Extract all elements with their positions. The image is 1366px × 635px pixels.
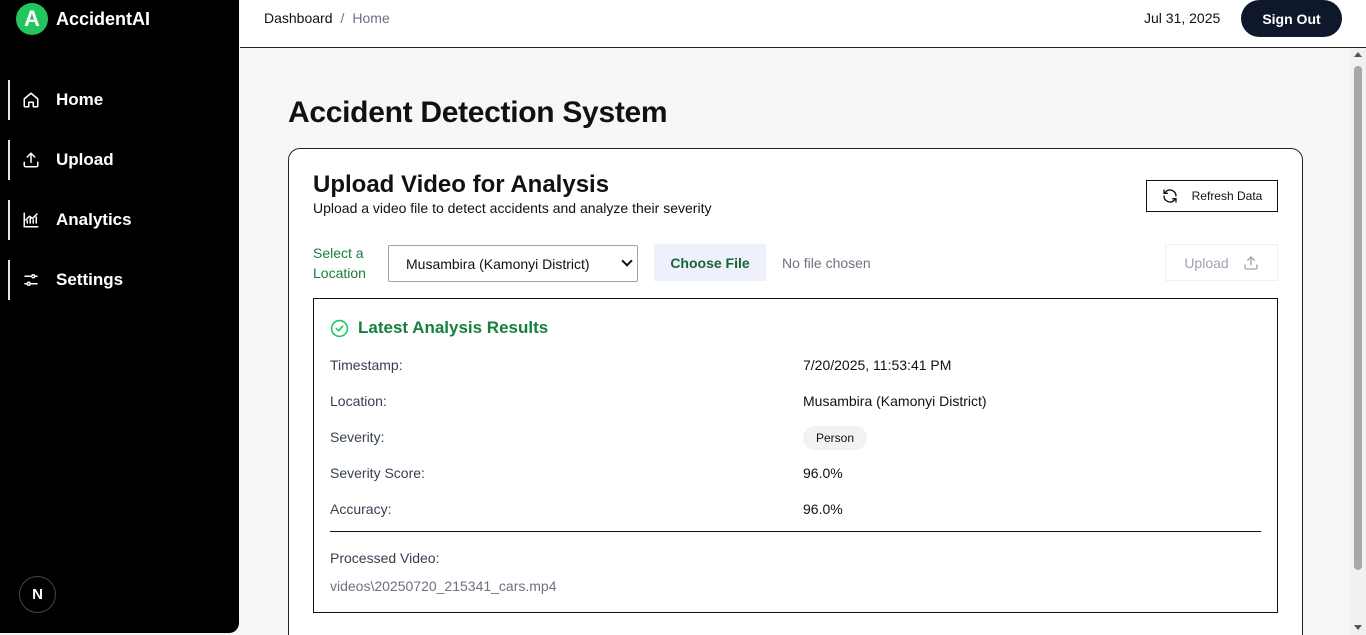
location-result-label: Location: [330, 393, 387, 409]
settings-icon [24, 274, 38, 286]
card-subtitle: Upload a video file to detect accidents … [313, 200, 712, 216]
severity-score-value: 96.0% [803, 465, 843, 481]
scroll-down-arrow-icon[interactable] [1354, 625, 1362, 630]
brand[interactable]: A AccidentAI [16, 3, 150, 35]
breadcrumb-current: Home [352, 10, 390, 26]
current-date: Jul 31, 2025 [1144, 10, 1221, 26]
check-circle-icon [330, 319, 349, 337]
results-title: Latest Analysis Results [358, 318, 549, 337]
upload-button-label: Upload [1184, 254, 1229, 271]
scroll-up-arrow-icon[interactable] [1354, 52, 1362, 57]
upload-icon [23, 152, 39, 168]
upload-card: Upload Video for Analysis Upload a video… [288, 148, 1303, 635]
location-select-value: Musambira (Kamonyi District) [406, 255, 590, 272]
scrollbar[interactable] [1350, 48, 1366, 635]
sidebar-item-label: Analytics [56, 210, 132, 229]
sidebar-item-label: Home [56, 90, 104, 109]
choose-file-button[interactable]: Choose File [654, 244, 766, 281]
location-label: Select a Location [313, 245, 366, 281]
accuracy-value: 96.0% [803, 501, 843, 517]
top-header: Dashboard / Home Jul 31, 2025 Sign Out [240, 0, 1366, 48]
breadcrumb-dashboard[interactable]: Dashboard [264, 10, 333, 26]
location-select[interactable]: Musambira (Kamonyi District) [388, 245, 638, 282]
processed-video-path[interactable]: videos\20250720_215341_cars.mp4 [330, 578, 557, 594]
sidebar-item-label: Settings [56, 270, 124, 289]
sign-out-button[interactable]: Sign Out [1241, 0, 1342, 37]
severity-label: Severity: [330, 429, 385, 445]
processed-video-label: Processed Video: [330, 550, 440, 566]
breadcrumb-separator: / [340, 10, 345, 26]
sidebar-item-upload[interactable]: Upload [8, 140, 228, 180]
sidebar-item-label: Upload [56, 150, 114, 169]
scroll-thumb[interactable] [1354, 66, 1362, 570]
analytics-icon [23, 212, 39, 228]
location-result-value: Musambira (Kamonyi District) [803, 393, 987, 409]
sidebar-item-analytics[interactable]: Analytics [8, 200, 228, 240]
page-title: Accident Detection System [288, 96, 668, 129]
severity-score-label: Severity Score: [330, 465, 425, 481]
refresh-data-button[interactable]: Refresh Data [1146, 180, 1278, 212]
home-icon [23, 92, 39, 108]
app-name: AccidentAI [56, 8, 151, 29]
chevron-down-icon [621, 255, 633, 267]
app-logo: A [16, 3, 48, 35]
sidebar-item-home[interactable]: Home [8, 80, 228, 120]
upload-button[interactable]: Upload [1165, 244, 1278, 281]
breadcrumb: Dashboard / Home [264, 10, 390, 26]
divider [330, 531, 1261, 532]
refresh-icon [1162, 189, 1177, 203]
timestamp-label: Timestamp: [330, 357, 403, 373]
analysis-results-panel: Latest Analysis Results Timestamp: 7/20/… [313, 298, 1278, 613]
accuracy-label: Accuracy: [330, 501, 392, 517]
avatar[interactable]: N [19, 576, 56, 613]
timestamp-value: 7/20/2025, 11:53:41 PM [803, 357, 952, 373]
file-status: No file chosen [782, 255, 871, 271]
upload-icon [1244, 255, 1258, 270]
severity-badge: Person [803, 426, 868, 450]
card-title: Upload Video for Analysis [313, 171, 610, 198]
sidebar-item-settings[interactable]: Settings [8, 260, 228, 300]
refresh-data-label: Refresh Data [1191, 189, 1263, 203]
sidebar: A AccidentAI Home Upload Analytics Setti… [0, 0, 239, 633]
results-header: Latest Analysis Results [330, 318, 548, 338]
